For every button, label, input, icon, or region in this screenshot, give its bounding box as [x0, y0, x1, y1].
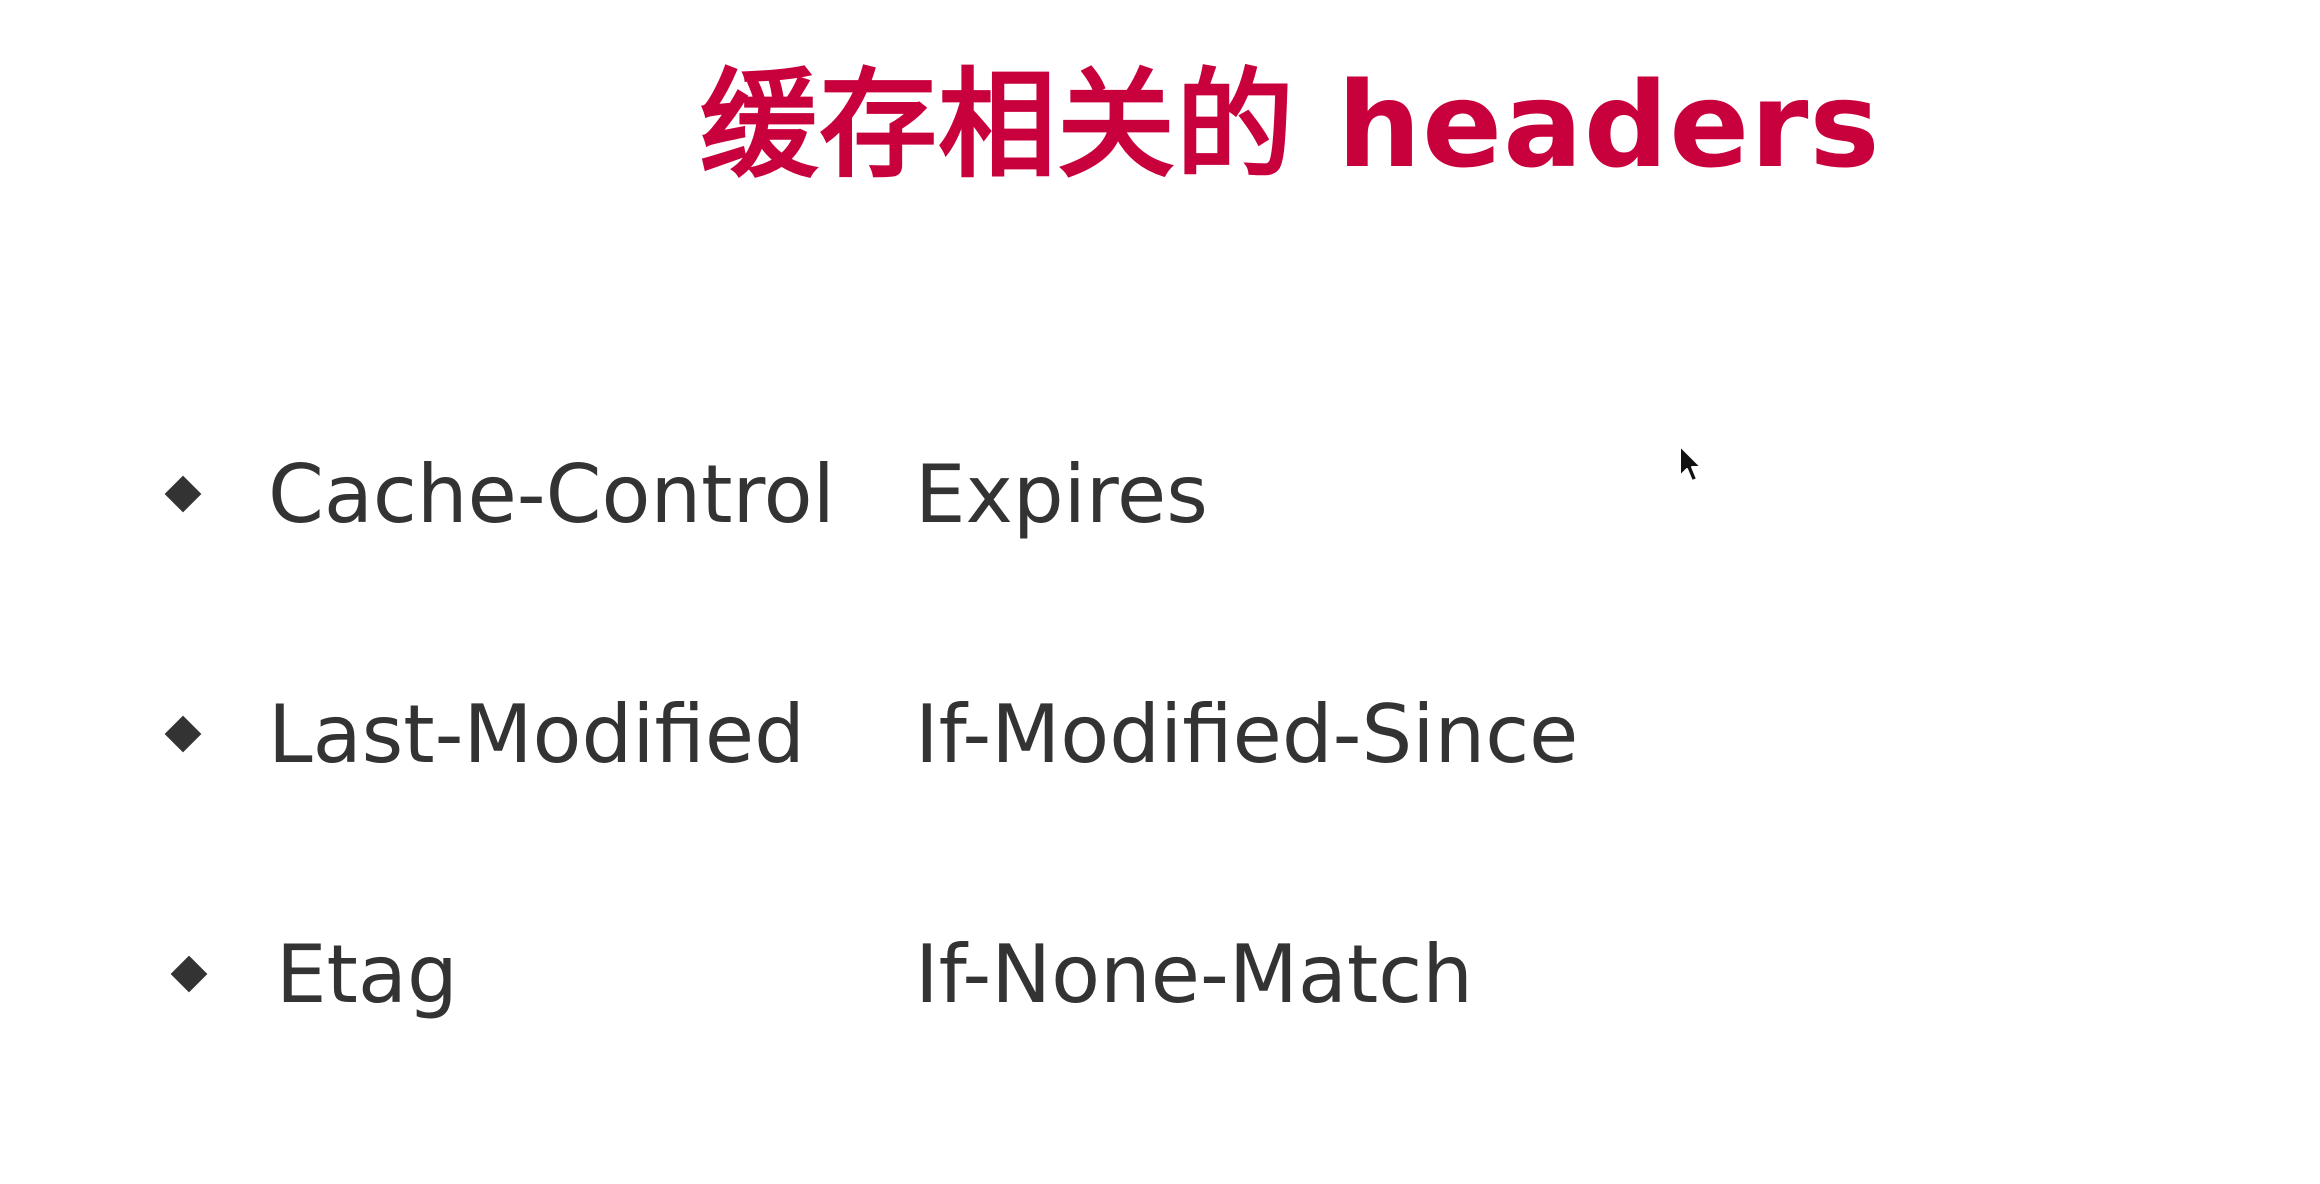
response-header-name: Last-Modified	[268, 688, 805, 781]
header-pairs-list: Cache-Control Expires Last-Modified If-M…	[0, 0, 2320, 1184]
diamond-bullet-icon	[164, 715, 202, 753]
list-item: Last-Modified If-Modified-Since	[0, 680, 2320, 790]
response-header-name: Etag	[276, 928, 458, 1021]
diamond-bullet-icon	[164, 475, 202, 513]
response-header-name: Cache-Control	[268, 448, 835, 541]
slide: 缓存相关的 headers Cache-Control Expires Last…	[0, 0, 2320, 1184]
list-item: Cache-Control Expires	[0, 440, 2320, 550]
mouse-pointer-icon	[1679, 445, 1702, 482]
diamond-bullet-icon	[170, 955, 208, 993]
paired-header-name: If-Modified-Since	[915, 688, 1579, 781]
paired-header-name: If-None-Match	[915, 928, 1473, 1021]
list-item: Etag If-None-Match	[0, 920, 2320, 1030]
paired-header-name: Expires	[915, 448, 1208, 541]
